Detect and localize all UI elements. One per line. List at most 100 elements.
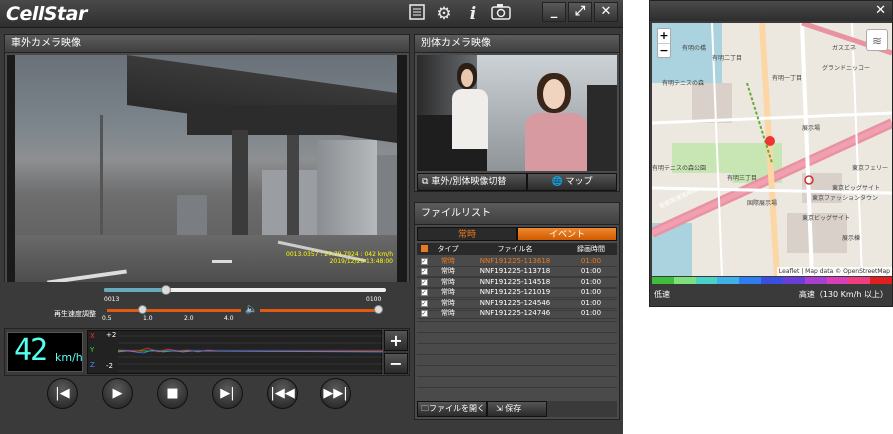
info-icon[interactable]: i <box>462 3 484 25</box>
map-label: 有明二丁目 <box>712 55 743 62</box>
header-duration[interactable]: 録画時間 <box>565 244 617 254</box>
open-file-button[interactable]: 🗀ファイルを開く <box>417 401 487 417</box>
seek-end-label: 0100 <box>366 296 382 303</box>
main-window: CellStar ⚙ i _ ⤢ ✕ 車外カメラ映像 0013.0357: 2… <box>0 0 623 434</box>
legend-swatch <box>673 277 696 284</box>
camera-switch-button[interactable]: ⧉ 車外/別体映像切替 <box>417 173 527 191</box>
layers-icon[interactable]: ≋ <box>866 29 888 51</box>
maximize-button[interactable]: ⤢ <box>568 2 592 22</box>
map-label: グランドニッコー <box>822 65 871 72</box>
file-row[interactable]: ✓ 常時 NNF191225-124746 01:00 <box>417 309 617 319</box>
speed-tick-3: 4.0 <box>224 315 234 322</box>
row-duration: 01:00 <box>580 288 602 297</box>
stop-button[interactable]: ■ <box>157 378 188 409</box>
row-checkbox[interactable]: ✓ <box>420 268 428 276</box>
row-type: 常時 <box>441 256 455 265</box>
file-list-header: タイプ ファイル名 録画時間 <box>417 243 617 255</box>
map-window: ✕ + − ≋ 有明の橋 有明テニスの森 有明テニスの森公園 有明二丁目 有明一… <box>649 0 893 307</box>
map-titlebar: ✕ <box>650 1 892 21</box>
legend-swatch <box>804 277 827 284</box>
file-row[interactable]: ✓ 常時 NNF191225-124546 01:00 <box>417 298 617 309</box>
row-filename: NNF191225-113718 <box>479 267 551 276</box>
graph-zoom-out-button[interactable]: − <box>384 353 408 374</box>
volume-slider[interactable] <box>260 309 382 312</box>
file-list-body: ✓ 常時 NNF191225-113618 01:00 ✓ 常時 NNF191225-113… <box>417 256 617 398</box>
speed-knob[interactable] <box>138 305 147 314</box>
row-type: 常時 <box>441 277 455 286</box>
app-logo: CellStar <box>6 3 87 25</box>
row-type: 常時 <box>441 298 455 307</box>
prev-file-button[interactable]: |◀ <box>47 378 78 409</box>
header-filename[interactable]: ファイル名 <box>465 244 565 254</box>
list-icon[interactable] <box>406 3 428 25</box>
map-view[interactable]: + − ≋ 有明の橋 有明テニスの森 有明テニスの森公園 有明二丁目 有明一丁目 有明三丁… <box>652 23 892 276</box>
file-row[interactable]: ✓ 常時 NNF191225-121019 01:00 <box>417 288 617 298</box>
row-duration: 01:00 <box>580 277 602 286</box>
speed-label: 再生速度調整 <box>54 310 96 318</box>
next-file-button[interactable]: ▶| <box>212 378 243 409</box>
minimize-button[interactable]: _ <box>542 2 566 22</box>
row-checkbox[interactable]: ✓ <box>420 299 428 307</box>
map-label: 展示場 <box>802 125 821 132</box>
legend-swatch <box>848 277 871 284</box>
switch-icon: ⧉ <box>422 177 429 187</box>
legend-swatch <box>782 277 805 284</box>
camera-icon[interactable] <box>490 3 512 25</box>
main-video-view[interactable]: 0013.0357 : 27.79.7924 : 042 km/h 2019/1… <box>7 55 407 287</box>
file-list-title: ファイルリスト <box>415 203 619 225</box>
select-all-checkbox[interactable] <box>420 244 428 252</box>
titlebar: CellStar ⚙ i _ ⤢ ✕ <box>0 0 623 28</box>
sub-video-view[interactable] <box>417 55 617 171</box>
main-video-panel: 車外カメラ映像 0013.0357 : 27.79.7924 : 042 km/… <box>4 34 410 324</box>
graph-zoom-in-button[interactable]: + <box>384 330 408 351</box>
speed-tick-1: 1.0 <box>143 315 153 322</box>
speed-value: 42 <box>14 333 48 368</box>
seek-bar[interactable] <box>104 288 386 292</box>
volume-icon: 🔈 <box>245 304 258 315</box>
map-zoom-out[interactable]: − <box>658 43 670 58</box>
playback-controls-area: 0013 0100 再生速度調整 0.5 1.0 2.0 4.0 🔈 <box>4 282 410 324</box>
close-button[interactable]: ✕ <box>594 2 618 22</box>
map-label: 有明の橋 <box>682 45 707 52</box>
map-label: 展示棟 <box>842 235 861 242</box>
map-position-marker <box>765 136 775 146</box>
row-checkbox[interactable]: ✓ <box>420 278 428 286</box>
volume-knob[interactable] <box>374 305 383 314</box>
map-button[interactable]: 🌐 マップ <box>527 173 617 191</box>
speed-legend-bar <box>652 277 892 284</box>
map-close-button[interactable]: ✕ <box>875 3 886 18</box>
file-row[interactable]: ✓ 常時 NNF191225-113718 01:00 <box>417 267 617 277</box>
file-row[interactable]: ✓ 常時 NNF191225-114518 01:00 <box>417 277 617 288</box>
save-icon: ⇲ <box>496 404 503 413</box>
sub-video-panel: 別体カメラ映像 ⧉ 車外/別体映像切替 🌐 マップ <box>414 34 620 192</box>
row-type: 常時 <box>441 309 455 318</box>
main-video-title: 車外カメラ映像 <box>5 35 409 53</box>
speed-tick-0: 0.5 <box>102 315 112 322</box>
map-label: 東京ビッグサイト <box>832 185 881 192</box>
speed-slider[interactable] <box>107 309 241 312</box>
sub-video-title: 別体カメラ映像 <box>415 35 619 53</box>
gear-icon[interactable]: ⚙ <box>433 3 455 25</box>
legend-low-label: 低速 <box>654 290 670 299</box>
save-button[interactable]: ⇲ 保存 <box>487 401 547 417</box>
map-zoom-in[interactable]: + <box>658 29 670 43</box>
row-checkbox[interactable]: ✓ <box>420 289 428 297</box>
fast-forward-button[interactable]: ▶▶| <box>320 378 351 409</box>
rewind-button[interactable]: |◀◀ <box>267 378 298 409</box>
speed-unit: km/h <box>55 351 83 364</box>
tab-normal[interactable]: 常時 <box>417 227 517 241</box>
row-duration: 01:00 <box>580 298 602 307</box>
row-filename: NNF191225-124746 <box>479 309 551 318</box>
file-row[interactable]: ✓ 常時 NNF191225-113618 01:00 <box>417 256 617 267</box>
globe-icon: 🌐 <box>551 177 563 187</box>
play-button[interactable]: ▶ <box>102 378 133 409</box>
map-label: 有明一丁目 <box>772 75 803 82</box>
seek-fill <box>104 288 167 292</box>
row-checkbox[interactable]: ✓ <box>420 310 428 318</box>
tab-event[interactable]: イベント <box>517 227 617 241</box>
seek-knob[interactable] <box>161 285 172 295</box>
gsensor-graph: X Y Z +2 -2 <box>87 330 383 374</box>
row-checkbox[interactable]: ✓ <box>420 257 428 265</box>
header-type[interactable]: タイプ <box>431 244 465 254</box>
map-attribution[interactable]: Leaflet | Map data © OpenStreetMap <box>776 267 892 276</box>
